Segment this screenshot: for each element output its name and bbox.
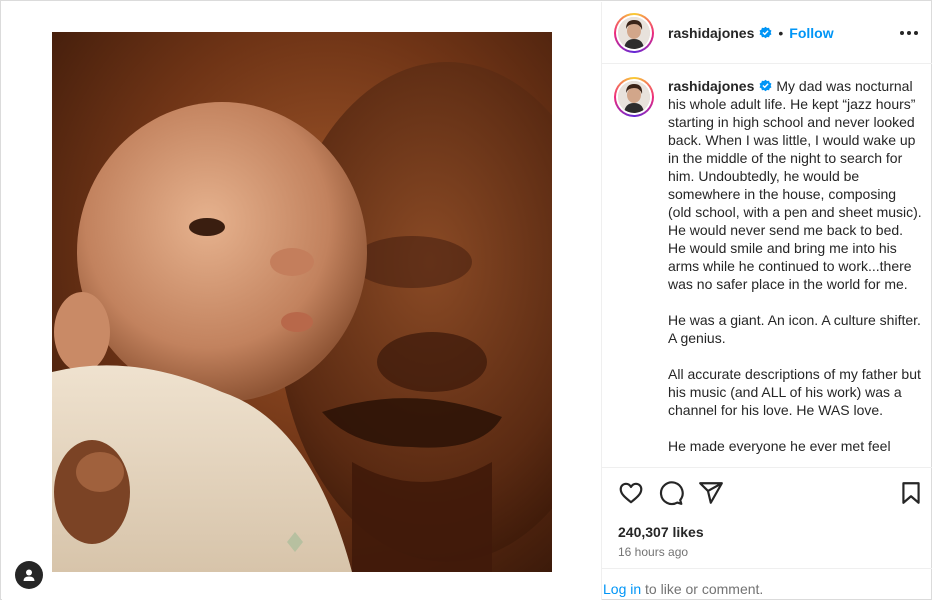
avatar[interactable]	[614, 12, 654, 53]
caption-paragraph: All accurate descriptions of my father b…	[668, 366, 921, 418]
caption: rashidajones My dad was nocturnal his wh…	[614, 77, 922, 467]
post-dialog: rashidajones • Follow rashidajones My da…	[0, 0, 932, 600]
verified-badge-icon	[759, 26, 772, 39]
post-actions: 240,307 likes 16 hours ago Log in to lik…	[602, 467, 932, 600]
verified-badge-icon	[759, 79, 772, 92]
caption-username-link[interactable]: rashidajones	[668, 78, 754, 94]
caption-paragraph: He made everyone he ever met feel	[668, 438, 891, 454]
comment-icon[interactable]	[658, 480, 684, 506]
username-link[interactable]: rashidajones	[668, 25, 754, 41]
heart-icon[interactable]	[618, 480, 644, 506]
likes-count[interactable]: 240,307 likes	[618, 524, 704, 540]
bookmark-icon[interactable]	[898, 480, 924, 506]
post-header: rashidajones • Follow	[602, 2, 932, 64]
caption-paragraph: My dad was nocturnal his whole adult lif…	[668, 78, 922, 292]
caption-text: rashidajones My dad was nocturnal his wh…	[668, 77, 922, 467]
media-pane	[2, 2, 601, 600]
user-tag-icon[interactable]	[15, 561, 43, 589]
post-timestamp[interactable]: 16 hours ago	[618, 545, 688, 559]
share-icon[interactable]	[698, 480, 724, 506]
post-sidebar: rashidajones • Follow rashidajones My da…	[601, 2, 932, 600]
more-options-icon[interactable]	[899, 24, 919, 42]
comments-section: rashidajones My dad was nocturnal his wh…	[602, 65, 932, 467]
caption-paragraph: He was a giant. An icon. A culture shift…	[668, 312, 921, 346]
avatar[interactable]	[614, 77, 654, 117]
post-photo[interactable]	[52, 32, 552, 572]
login-prompt: Log in to like or comment.	[602, 568, 932, 601]
follow-button[interactable]: Follow	[789, 25, 833, 41]
login-suffix: to like or comment.	[641, 581, 764, 597]
separator-dot: •	[778, 24, 784, 41]
login-link[interactable]: Log in	[603, 581, 641, 597]
